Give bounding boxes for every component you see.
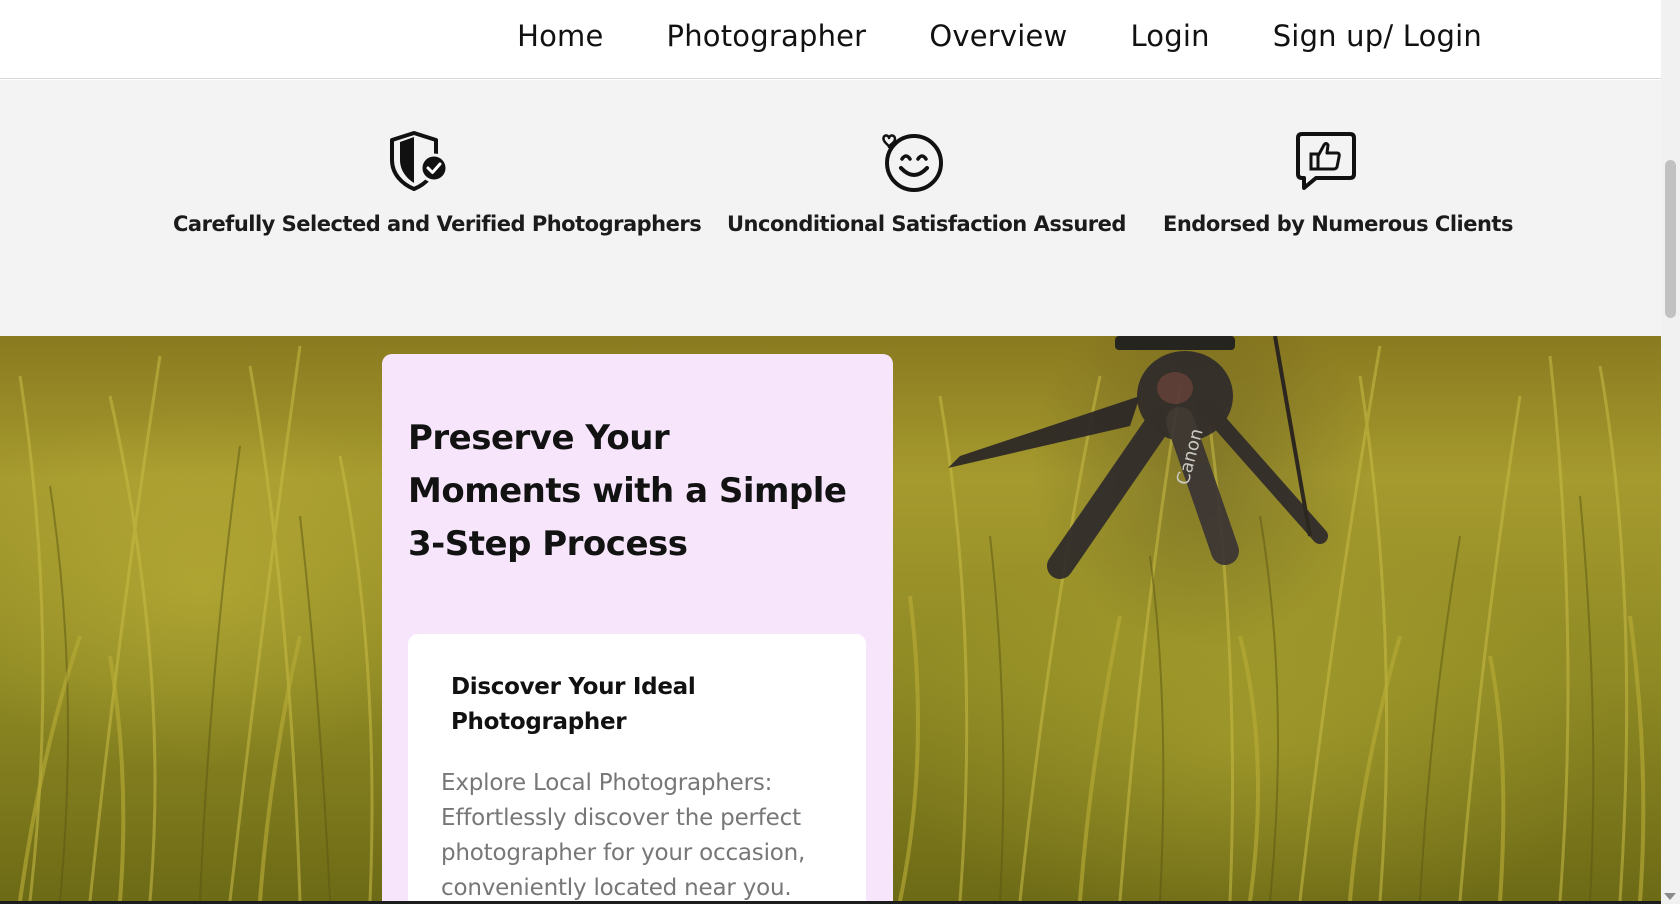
vertical-scrollbar[interactable] (1661, 0, 1680, 904)
feature-verified-label: Carefully Selected and Verified Photogra… (173, 212, 702, 236)
nav-overview-link[interactable]: Overview (929, 19, 1067, 53)
main-nav: Home Photographer Overview Login Sign up… (517, 0, 1482, 72)
scrollbar-thumb[interactable] (1665, 160, 1676, 318)
top-navbar: Home Photographer Overview Login Sign up… (0, 0, 1661, 79)
nav-signup-login-link[interactable]: Sign up/ Login (1273, 19, 1482, 53)
step-card-discover[interactable]: Discover Your Ideal Photographer Explore… (408, 634, 866, 901)
feature-endorsed-label: Endorsed by Numerous Clients (1163, 212, 1513, 236)
smiley-heart-icon (881, 134, 943, 192)
step-title: Discover Your Ideal Photographer (451, 674, 696, 735)
feature-endorsed: Endorsed by Numerous Clients (1163, 128, 1513, 236)
step-description: Explore Local Photographers: Effortlessl… (441, 770, 806, 901)
nav-photographer-link[interactable]: Photographer (667, 19, 867, 53)
features-section: Carefully Selected and Verified Photogra… (0, 80, 1661, 336)
feature-satisfaction-label: Unconditional Satisfaction Assured (727, 212, 1126, 236)
shield-check-icon (390, 131, 449, 191)
feature-verified: Carefully Selected and Verified Photogra… (173, 128, 702, 236)
browser-viewport: Home Photographer Overview Login Sign up… (0, 0, 1661, 901)
nav-home-link[interactable]: Home (517, 19, 603, 53)
process-card: Preserve Your Moments with a Simple 3-St… (382, 354, 893, 901)
nav-login-link[interactable]: Login (1130, 19, 1209, 53)
tripod-camera: Canon (948, 336, 1328, 579)
thumbs-up-chat-icon (1296, 132, 1356, 190)
scroll-down-arrow-icon[interactable] (1664, 893, 1676, 900)
feature-satisfaction: Unconditional Satisfaction Assured (727, 128, 1126, 236)
process-title: Preserve Your Moments with a Simple 3-St… (408, 418, 847, 564)
